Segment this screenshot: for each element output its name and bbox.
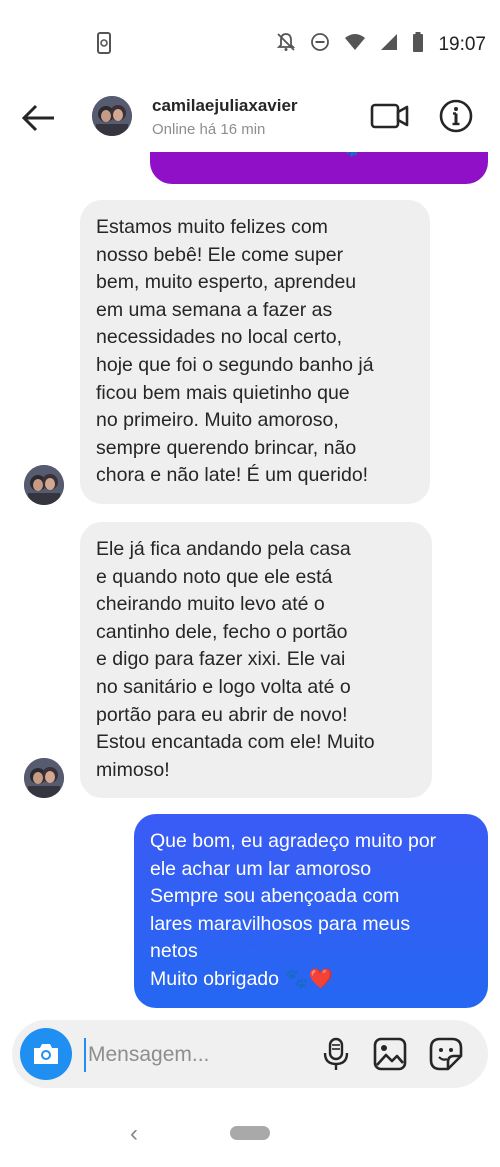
wifi-icon [344,33,366,56]
signal-icon [380,33,398,56]
gallery-icon[interactable] [372,1036,408,1072]
status-bar: 19:07 [0,0,500,88]
sender-avatar[interactable] [24,758,64,798]
avatar[interactable] [92,96,132,136]
heart-paw-icon: ❤🐾 [318,152,360,159]
camera-icon [34,1044,58,1064]
previous-outgoing-bubble[interactable]: ❤🐾 [150,152,488,184]
message-thread[interactable]: ❤🐾 Estamos muito felizes com nosso bebê!… [0,152,500,1018]
message-input[interactable] [84,1038,310,1072]
battery-icon [412,32,424,57]
incoming-message-bubble[interactable]: Ele já fica andando pela casa e quando n… [80,522,432,799]
camera-button[interactable] [20,1028,72,1080]
back-arrow-icon[interactable] [18,100,60,136]
dnd-icon [310,32,330,57]
message-composer [12,1020,488,1088]
system-nav-bar: ‹ [0,1100,500,1167]
incoming-message-bubble[interactable]: Estamos muito felizes com nosso bebê! El… [80,200,430,504]
contact-username[interactable]: camilaejuliaxavier [152,96,298,116]
chat-header: camilaejuliaxavier Online há 16 min [0,88,500,152]
sender-avatar[interactable] [24,465,64,505]
screenshot-icon [94,32,114,59]
nav-back-icon[interactable]: ‹ [130,1120,138,1148]
clock: 19:07 [438,33,486,55]
info-icon[interactable] [438,98,474,134]
outgoing-message-bubble[interactable]: Que bom, eu agradeço muito por ele achar… [134,814,488,1008]
sticker-icon[interactable] [428,1036,464,1072]
nav-home-pill[interactable] [230,1126,270,1140]
microphone-icon[interactable] [318,1036,354,1072]
online-status: Online há 16 min [152,121,266,138]
mute-icon [276,32,296,57]
video-call-icon[interactable] [370,100,410,132]
